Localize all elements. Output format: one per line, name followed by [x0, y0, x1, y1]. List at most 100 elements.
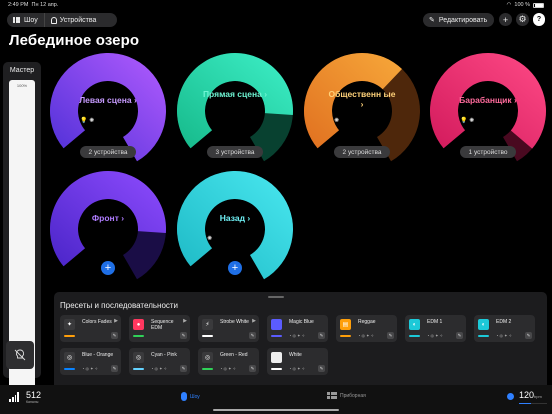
presets-panel: Пресеты и последовательности ✦ Colors Fad…: [54, 292, 547, 385]
home-indicator: [213, 409, 339, 411]
bolt-icon: ⚡: [202, 319, 213, 330]
preset-name: Blue - Orange: [82, 352, 114, 358]
group-dial[interactable]: Барабанщик › 💡 ✺ 1 устройство: [430, 53, 546, 169]
preset-name: Reggae: [358, 319, 376, 325]
preset-color-bar: [133, 335, 144, 337]
tempo-dot-icon[interactable]: [507, 393, 514, 400]
preset-color-bar: [340, 335, 351, 337]
preset-fixture-icons: ◔ ◎ ✦ ✧: [496, 333, 512, 338]
preset-edit-icon[interactable]: ✎: [180, 332, 187, 339]
group-label[interactable]: Фронт ›: [74, 213, 142, 223]
preset-tile[interactable]: ◐ EDM 2 ◔ ◎ ✦ ✧ ✎: [474, 315, 535, 342]
preset-color-bar: [271, 368, 282, 370]
tab-dashboard[interactable]: Приборная: [327, 392, 366, 399]
play-icon[interactable]: ▶: [183, 318, 187, 324]
swatch-icon: [271, 319, 282, 330]
device-type-icon: ✺: [334, 118, 340, 124]
preset-name: Strobe White: [220, 319, 249, 325]
tab-show-label: Шоу: [190, 393, 200, 400]
group-dial[interactable]: Назад › ✺ +: [177, 171, 293, 287]
target-icon: ◎: [202, 352, 213, 363]
preset-fixture-icons: ◔ ◎ ✦ ✧: [289, 333, 305, 338]
blackout-button[interactable]: [6, 341, 34, 369]
group-label[interactable]: Прямая сцена ›: [201, 89, 269, 99]
preset-edit-icon[interactable]: ✎: [180, 365, 187, 372]
pencil-icon: ✎: [429, 17, 435, 24]
preset-tile[interactable]: ◎ Blue - Orange ◔ ◎ ✦ ✧ ✎: [60, 348, 121, 375]
target-icon: ◎: [133, 352, 144, 363]
battery-label: 100 %: [514, 2, 530, 8]
blackout-icon: [14, 349, 26, 361]
edit-label: Редактировать: [438, 16, 488, 24]
master-percent: 100%: [16, 83, 28, 88]
battery-icon: [533, 2, 544, 8]
drag-handle[interactable]: [268, 296, 284, 298]
preset-tile[interactable]: ▤ Reggae ◔ ◎ ✦ ✧ ✎: [336, 315, 397, 342]
preset-tile[interactable]: ✦ Colors Fades ▶ ✎: [60, 315, 121, 342]
preset-name: Colors Fades: [82, 319, 112, 325]
wand-icon: ✦: [64, 319, 75, 330]
status-bar: 2:49 PM Пн 12 апр. ◠ 100 %: [0, 0, 552, 10]
group-label[interactable]: Левая сцена ›: [74, 95, 142, 105]
preset-tile[interactable]: ⚡ Strobe White ▶ ✎: [198, 315, 259, 342]
device-count-badge[interactable]: 1 устройство: [460, 146, 516, 158]
group-label[interactable]: Назад ›: [201, 213, 269, 223]
add-device-button[interactable]: +: [228, 261, 242, 275]
device-count-badge[interactable]: 2 устройства: [334, 146, 390, 158]
preset-edit-icon[interactable]: ✎: [111, 332, 118, 339]
tab-dashboard-label: Приборная: [340, 392, 366, 399]
preset-edit-icon[interactable]: ✎: [249, 332, 256, 339]
master-label: Мастер: [9, 67, 35, 74]
preset-tile[interactable]: Magic Blue ◔ ◎ ✦ ✧ ✎: [267, 315, 328, 342]
preset-tile[interactable]: ● Sequence EDM ▶ ✎: [129, 315, 190, 342]
preset-edit-icon[interactable]: ✎: [387, 332, 394, 339]
preset-color-bar: [202, 368, 213, 370]
settings-button[interactable]: ⚙: [516, 13, 529, 26]
show-mode-button[interactable]: Шоу: [7, 13, 44, 27]
preset-fixture-icons: ◔ ◎ ✦ ✧: [358, 333, 374, 338]
edit-button[interactable]: ✎ Редактировать: [423, 13, 494, 27]
preset-name: EDM 2: [496, 319, 512, 325]
group-dial[interactable]: Фронт › +: [50, 171, 166, 287]
help-button[interactable]: ?: [533, 13, 545, 26]
target-icon: ◎: [64, 352, 75, 363]
device-count-badge[interactable]: 3 устройства: [207, 146, 263, 158]
white-swatch-icon: [271, 352, 282, 363]
play-icon[interactable]: ▶: [252, 318, 256, 324]
preset-fixture-icons: ◔ ◎ ✦ ✧: [427, 333, 443, 338]
preset-edit-icon[interactable]: ✎: [525, 332, 532, 339]
bulb-icon: [50, 16, 57, 24]
preset-color-bar: [409, 335, 420, 337]
half-circle-icon: ◐: [409, 319, 420, 330]
bpm-readout[interactable]: 120bpm: [519, 390, 542, 400]
device-type-icon: 💡 ✺: [460, 118, 475, 124]
preset-edit-icon[interactable]: ✎: [456, 332, 463, 339]
preset-edit-icon[interactable]: ✎: [249, 365, 256, 372]
preset-edit-icon[interactable]: ✎: [111, 365, 118, 372]
preset-edit-icon[interactable]: ✎: [318, 365, 325, 372]
preset-tile[interactable]: ◎ Cyan - Pink ◔ ◎ ✦ ✧ ✎: [129, 348, 190, 375]
record-icon: ●: [133, 319, 144, 330]
preset-tile[interactable]: ◎ Green - Red ◔ ◎ ✦ ✧ ✎: [198, 348, 259, 375]
add-button[interactable]: +: [499, 13, 512, 26]
bars-icon: ▤: [340, 319, 351, 330]
group-dial[interactable]: Прямая сцена › 3 устройства: [177, 53, 293, 169]
tab-show[interactable]: Шоу: [181, 392, 200, 401]
play-icon[interactable]: ▶: [114, 318, 118, 324]
preset-edit-icon[interactable]: ✎: [318, 332, 325, 339]
preset-name: White: [289, 352, 302, 358]
group-dial[interactable]: Общественн ые › ✺ 2 устройства: [304, 53, 420, 169]
preset-name: Sequence EDM: [151, 319, 174, 331]
group-dial[interactable]: Левая сцена › 💡 ✺ 2 устройства: [50, 53, 166, 169]
device-type-icon: 💡 ✺: [80, 118, 95, 124]
device-type-icon: ✺: [207, 236, 213, 242]
show-tab-icon: [181, 392, 187, 401]
preset-tile[interactable]: White ◔ ◎ ✦ ✧ ✎: [267, 348, 328, 375]
device-count-badge[interactable]: 2 устройства: [80, 146, 136, 158]
devices-mode-button[interactable]: Устройства: [43, 13, 103, 27]
add-device-button[interactable]: +: [101, 261, 115, 275]
page-title: Лебединое озеро: [9, 32, 140, 49]
group-label[interactable]: Барабанщик ›: [454, 95, 522, 105]
group-label[interactable]: Общественн ые ›: [328, 89, 396, 109]
preset-tile[interactable]: ◐ EDM 1 ◔ ◎ ✦ ✧ ✎: [405, 315, 466, 342]
